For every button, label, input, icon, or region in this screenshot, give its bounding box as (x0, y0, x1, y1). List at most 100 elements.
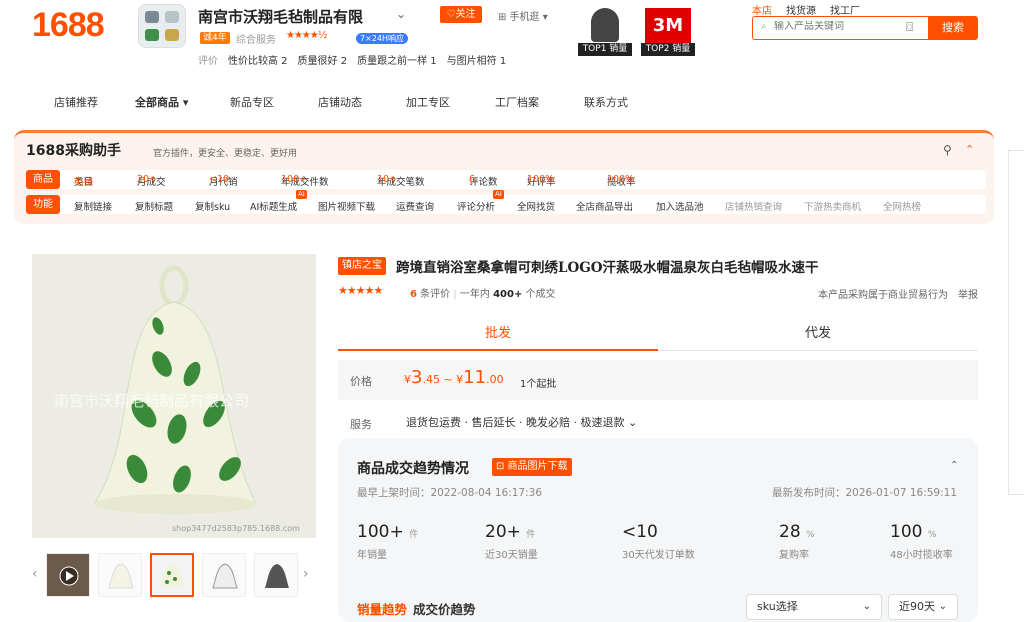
stat-label: 48小时揽收率 (890, 550, 953, 561)
metric-value: 10+ (377, 174, 398, 185)
featured-badge: 镇店之宝 (338, 257, 386, 275)
tab-price-trend[interactable]: 成交价趋势 (413, 602, 476, 617)
service-guarantees[interactable]: 退货包运费 · 售后延长 · 晚发必赔 · 极速退款 ⌄ (406, 414, 637, 430)
review-analysis-label: 评论分析 (457, 202, 496, 213)
latest-publish-time: 最新发布时间：2026-01-07 16:59:11 (772, 487, 958, 499)
copy-title-button[interactable]: 复制标题 (135, 199, 173, 213)
collapse-icon[interactable]: ⌃ (950, 460, 958, 471)
shop-ratings: 评价 性价比较高 2 质量很好 2 质量跟之前一样 1 与图片相符 1 (198, 52, 506, 67)
shop-name[interactable]: 南宫市沃翔毛毡制品有限 (198, 6, 363, 27)
stat-value: 100+ (357, 522, 404, 542)
chevron-left-icon[interactable]: ‹ (32, 566, 38, 582)
shop-avatar[interactable] (138, 4, 186, 48)
trend-chart-tabs: 销量趋势 成交价趋势 (357, 599, 476, 618)
sku-select-value: sku选择 (757, 600, 798, 613)
stat-annual-sales: 100+ 件 年销量 (357, 522, 418, 561)
right-toolbar[interactable] (1008, 150, 1024, 495)
site-logo[interactable]: 1688 (32, 6, 105, 45)
follow-button[interactable]: ♡关注 (440, 6, 482, 23)
stat-pickup-rate: 100 % 48小时揽收率 (890, 522, 953, 561)
report-link[interactable]: 举报 (958, 286, 978, 301)
price-high-int: 11 (463, 367, 487, 388)
add-to-pool-button[interactable]: 加入选品池 (656, 199, 704, 213)
metric-value: 100% (527, 174, 555, 185)
nav-item-all-products[interactable]: 全部商品 ▾ (135, 94, 230, 110)
hot-list-button[interactable]: 全网热榜 (883, 199, 921, 213)
chevron-right-icon[interactable]: › (303, 566, 309, 582)
stat-unit: % (806, 530, 815, 540)
pin-icon[interactable]: ⚲ (943, 143, 952, 157)
search-tab-factory[interactable]: 找工厂 (830, 2, 860, 17)
stat-unit: 件 (409, 530, 419, 540)
price-range: ¥3.45 ~ ¥11.00 (404, 367, 504, 388)
image-watermark: 南宫市沃翔毛毡制品有限公司 (54, 392, 250, 410)
nav-item-recommend[interactable]: 店铺推荐 (54, 94, 135, 110)
stat-label: 近30天销量 (485, 550, 538, 561)
thumbnail[interactable] (98, 553, 142, 597)
stat-label: 复购率 (779, 550, 809, 561)
assistant-product-row: 商品 类目 毛毡 月成交 20+ 月代销 <10 年成交件数 100+ 年成交笔… (26, 170, 986, 189)
review-count[interactable]: 6 (410, 289, 417, 300)
tab-dropship[interactable]: 代发 (658, 318, 978, 351)
thumbnail-selected[interactable] (150, 553, 194, 597)
top2-label: TOP2 销量 (641, 43, 695, 56)
price-high-dec: .00 (486, 373, 504, 386)
shop-year-badge: 诚4年 (200, 32, 230, 44)
nav-item-contact[interactable]: 联系方式 (584, 94, 628, 110)
period-select-value: 近90天 (899, 600, 935, 613)
stat-value: 20+ (485, 522, 521, 542)
rating-tag[interactable]: 质量很好 2 (298, 52, 348, 67)
metric-value: <10 (209, 174, 230, 185)
price-low-int: 3 (411, 367, 423, 388)
nav-item-processing[interactable]: 加工专区 (406, 94, 495, 110)
top1-product[interactable]: TOP1 销量 (578, 4, 632, 56)
mobile-shop-link[interactable]: ⊞ 手机逛 ▾ (498, 8, 548, 23)
nav-item-new[interactable]: 新品专区 (230, 94, 318, 110)
brand-logo: 3M (645, 8, 691, 44)
freight-query-button[interactable]: 运费查询 (396, 199, 434, 213)
image-caption: shop3477d2583p785.1688.com (172, 524, 300, 533)
search-button[interactable]: 搜索 (928, 16, 978, 40)
media-download-button[interactable]: 图片视频下载 (318, 199, 375, 213)
export-all-button[interactable]: 全店商品导出 (576, 199, 633, 213)
play-icon (59, 566, 79, 586)
shop-hot-query-button[interactable]: 店铺热销查询 (725, 199, 782, 213)
tab-sales-trend[interactable]: 销量趋势 (357, 602, 407, 617)
period-select[interactable]: 近90天 ⌄ (888, 594, 958, 620)
chevron-down-icon[interactable]: ⌄ (396, 7, 406, 21)
search-input[interactable] (774, 21, 894, 32)
thumbnail[interactable] (254, 553, 298, 597)
copy-link-button[interactable]: 复制链接 (74, 199, 112, 213)
hat-thumb (160, 563, 184, 587)
trade-note: 本产品采购属于商业贸易行为 (818, 290, 948, 301)
review-suffix[interactable]: 条评价 (420, 289, 450, 300)
nav-item-factory[interactable]: 工厂档案 (495, 94, 584, 110)
rating-tag[interactable]: 性价比较高 2 (228, 52, 288, 67)
sales-prefix: 一年内 (459, 289, 490, 300)
tab-wholesale[interactable]: 批发 (338, 318, 658, 351)
rating-tag[interactable]: 质量跟之前一样 1 (357, 52, 437, 67)
copy-sku-button[interactable]: 复制sku (195, 199, 230, 213)
first-listed-time: 最早上架时间：2022-08-04 16:17:36 (357, 487, 543, 499)
assistant-function-row: 功能 复制链接 复制标题 复制sku AI标题生成 AI 图片视频下载 运费查询 … (26, 190, 986, 214)
stat-value: 28 (779, 522, 801, 542)
camera-icon[interactable]: ⌼ (906, 20, 913, 35)
find-goods-button[interactable]: 全网找货 (517, 199, 555, 213)
search-tab-store[interactable]: 本店 (752, 2, 772, 17)
nav-item-news[interactable]: 店铺动态 (318, 94, 406, 110)
sku-select[interactable]: sku选择 ⌄ (746, 594, 882, 620)
search-tab-goods[interactable]: 找货源 (786, 2, 816, 17)
stat-label: 30天代发订单数 (622, 550, 695, 561)
thumbnail-video[interactable] (46, 553, 90, 597)
chevron-down-icon: ⌄ (862, 601, 871, 612)
image-download-button[interactable]: ⊡ 商品图片下载 (492, 458, 572, 476)
price-low-dec: .45 (422, 373, 440, 386)
downstream-hot-button[interactable]: 下游热卖商机 (804, 199, 861, 213)
top1-label: TOP1 销量 (578, 43, 632, 56)
thumbnail[interactable] (202, 553, 246, 597)
metric-value: 6 (469, 174, 476, 185)
hat-thumb (212, 563, 238, 589)
top2-product[interactable]: 3M TOP2 销量 (641, 4, 695, 56)
rating-tag[interactable]: 与图片相符 1 (447, 52, 507, 67)
collapse-icon[interactable]: ⌃ (965, 143, 974, 156)
